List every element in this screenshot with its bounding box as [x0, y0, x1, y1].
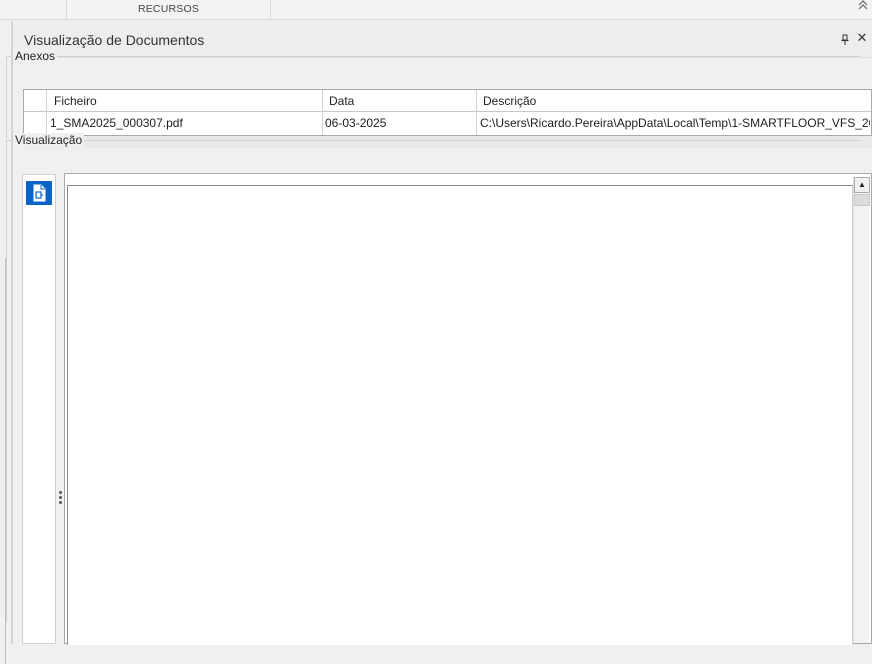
document-preview-area[interactable]: ▲	[64, 173, 872, 645]
table-header	[24, 90, 871, 112]
viewer-toolstrip	[22, 174, 56, 644]
panel-header: Visualização de Documentos ✕	[13, 22, 872, 58]
ribbon-group-label: RECURSOS	[137, 3, 200, 15]
document-view-icon	[33, 184, 46, 202]
ribbon-strip: RECURSOS	[0, 0, 872, 20]
column-header-data[interactable]: Data	[329, 90, 354, 112]
chevron-up-icon[interactable]	[856, 0, 870, 14]
close-icon[interactable]: ✕	[856, 31, 868, 45]
pin-icon[interactable]	[840, 34, 850, 46]
ribbon-group-recursos[interactable]: RECURSOS	[66, 0, 271, 19]
cell-descricao: C:\Users\Ricardo.Pereira\AppData\Local\T…	[480, 116, 870, 130]
table-row[interactable]: 1_SMA2025_000307.pdf 06-03-2025 C:\Users…	[24, 112, 871, 135]
cell-data: 06-03-2025	[325, 116, 387, 130]
visualizacao-legend: Visualização	[13, 133, 85, 147]
attachments-table: Ficheiro Data Descrição 1_SMA2025_000307…	[23, 89, 872, 136]
cell-ficheiro: 1_SMA2025_000307.pdf	[50, 116, 183, 130]
anexos-legend: Anexos	[13, 49, 58, 63]
column-header-ficheiro[interactable]: Ficheiro	[54, 90, 97, 112]
panel-title: Visualização de Documentos	[24, 32, 205, 48]
vertical-scrollbar[interactable]: ▲	[853, 177, 870, 643]
preview-canvas	[67, 185, 853, 645]
document-view-button[interactable]	[26, 181, 52, 205]
scroll-up-arrow-icon[interactable]: ▲	[854, 177, 870, 193]
column-header-descricao[interactable]: Descrição	[483, 90, 536, 112]
splitter-grip[interactable]	[57, 490, 63, 506]
scroll-thumb[interactable]	[854, 194, 870, 206]
